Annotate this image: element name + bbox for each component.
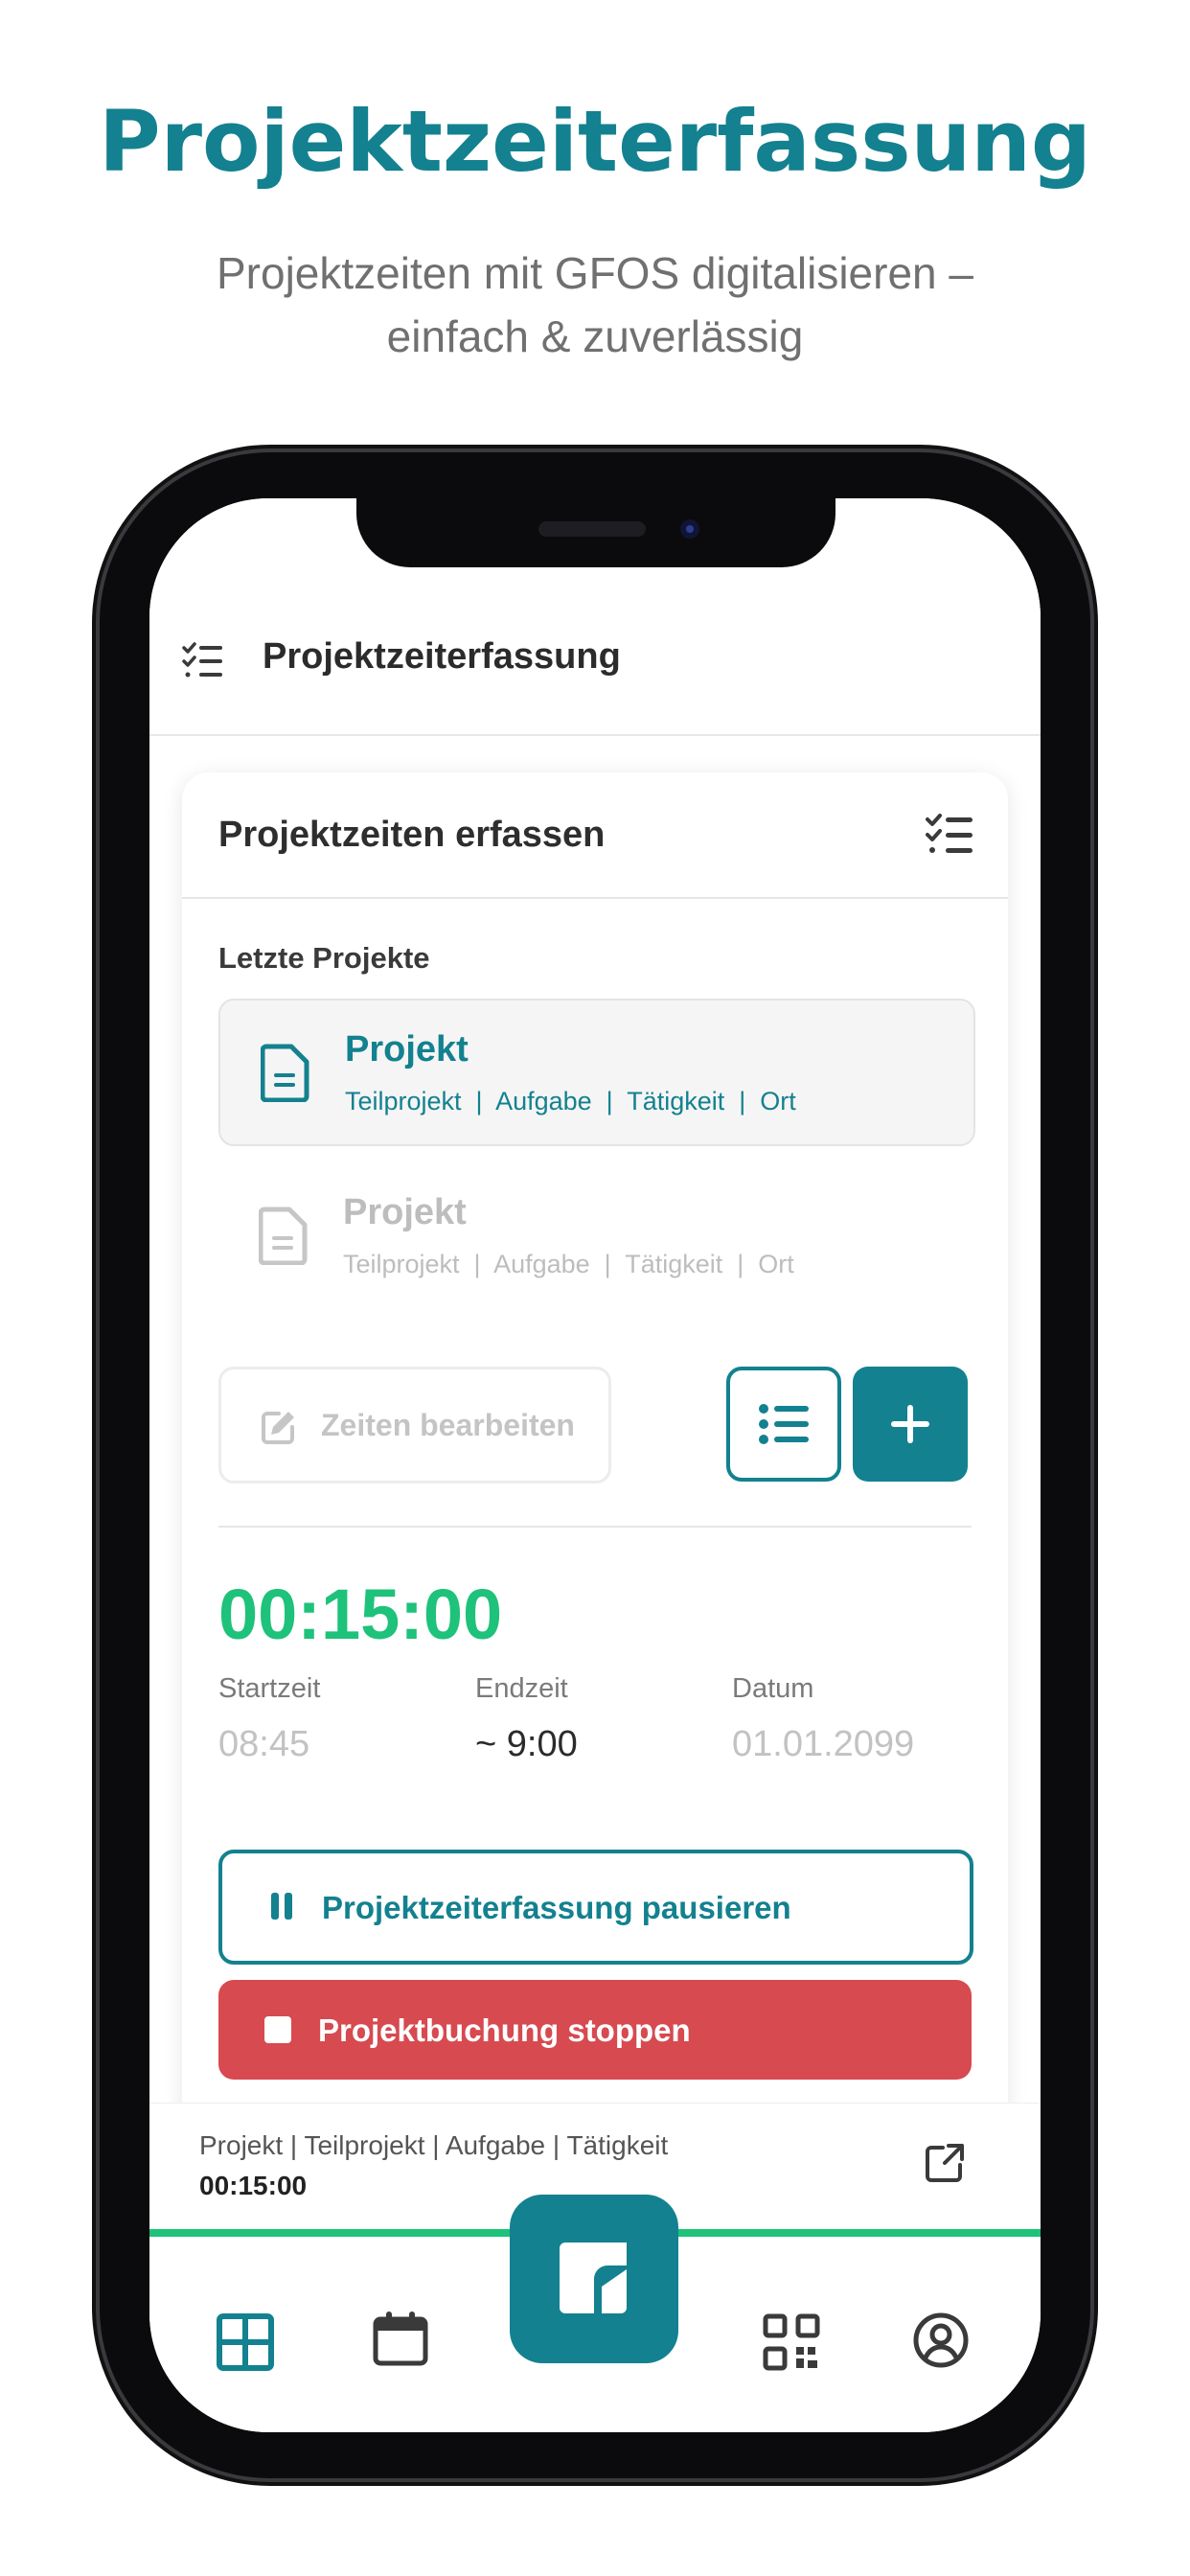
card-header: Projektzeiten erfassen xyxy=(182,772,1008,899)
project-meta: Teilprojekt | Aufgabe | Tätigkeit | Ort xyxy=(343,1250,794,1278)
start-time-value: 08:45 xyxy=(218,1724,310,1764)
active-booking-path: Projekt | Teilprojekt | Aufgabe | Tätigk… xyxy=(199,2130,669,2160)
subline: Projektzeiten mit GFOS digitalisieren – … xyxy=(0,242,1190,368)
time-entry-card: Projektzeiten erfassen Letzte Projekte P… xyxy=(182,772,1008,2210)
project-name: Projekt xyxy=(345,1029,469,1070)
recent-project-item[interactable]: Projekt Teilprojekt | Aufgabe | Tätigkei… xyxy=(218,1163,972,1307)
divider xyxy=(218,1526,972,1528)
stop-booking-button[interactable]: Projektbuchung stoppen xyxy=(218,1980,972,2080)
phone-power-button xyxy=(1090,970,1098,1213)
start-time: Startzeit 08:45 xyxy=(218,1673,320,1765)
home-logo-button[interactable] xyxy=(510,2195,678,2363)
phone-volume-down xyxy=(92,1112,100,1265)
subline-line-1: Projektzeiten mit GFOS digitalisieren – xyxy=(217,248,973,298)
recent-projects-label: Letzte Projekte xyxy=(218,941,430,975)
profile-icon[interactable] xyxy=(912,2312,970,2369)
phone-speaker xyxy=(538,521,646,537)
phone-camera xyxy=(680,519,699,539)
edit-times-label: Zeiten bearbeiten xyxy=(321,1408,575,1442)
document-icon xyxy=(259,1207,308,1265)
checklist-icon[interactable] xyxy=(926,813,973,855)
plus-icon xyxy=(891,1405,929,1443)
pause-tracking-label: Projektzeiterfassung pausieren xyxy=(322,1890,791,1925)
edit-times-button[interactable]: Zeiten bearbeiten xyxy=(218,1367,611,1484)
recent-project-item[interactable]: Projekt Teilprojekt | Aufgabe | Tätigkei… xyxy=(218,999,975,1146)
date-value: 01.01.2099 xyxy=(732,1724,915,1764)
qr-code-icon[interactable] xyxy=(763,2313,820,2371)
checklist-icon[interactable] xyxy=(182,642,224,680)
date-label: Datum xyxy=(732,1673,814,1704)
phone-mute-switch xyxy=(92,774,100,851)
start-time-label: Startzeit xyxy=(218,1673,321,1704)
dashboard-icon[interactable] xyxy=(217,2313,274,2371)
subline-line-2: einfach & zuverlässig xyxy=(386,311,804,361)
headline: Projektzeiterfassung xyxy=(99,92,1091,191)
stop-icon xyxy=(264,2016,291,2043)
list-icon xyxy=(759,1404,809,1444)
project-name: Projekt xyxy=(343,1192,467,1232)
project-meta: Teilprojekt | Aufgabe | Tätigkeit | Ort xyxy=(345,1087,796,1116)
pause-icon xyxy=(271,1893,292,1920)
end-time: Endzeit ~ 9:00 xyxy=(475,1673,578,1765)
edit-icon xyxy=(262,1412,294,1444)
active-booking-time: 00:15:00 xyxy=(199,2171,308,2200)
calendar-icon[interactable] xyxy=(372,2310,429,2367)
card-title: Projektzeiten erfassen xyxy=(218,815,606,855)
open-external-icon[interactable] xyxy=(924,2142,966,2184)
date: Datum 01.01.2099 xyxy=(732,1673,914,1765)
app-bar-title: Projektzeiterfassung xyxy=(263,636,621,677)
phone-screen: Projektzeiterfassung Projektzeiten erfas… xyxy=(149,498,1041,2432)
add-project-button[interactable] xyxy=(853,1367,968,1482)
end-time-label: Endzeit xyxy=(475,1673,568,1704)
stop-booking-label: Projektbuchung stoppen xyxy=(318,2012,691,2048)
home-logo-icon xyxy=(560,2242,627,2313)
phone-volume-up xyxy=(92,920,100,1073)
end-time-value: ~ 9:00 xyxy=(475,1724,578,1764)
project-list-button[interactable] xyxy=(726,1367,841,1482)
document-icon xyxy=(261,1044,309,1102)
pause-tracking-button[interactable]: Projektzeiterfassung pausieren xyxy=(218,1850,973,1965)
elapsed-timer: 00:15:00 xyxy=(218,1575,503,1654)
